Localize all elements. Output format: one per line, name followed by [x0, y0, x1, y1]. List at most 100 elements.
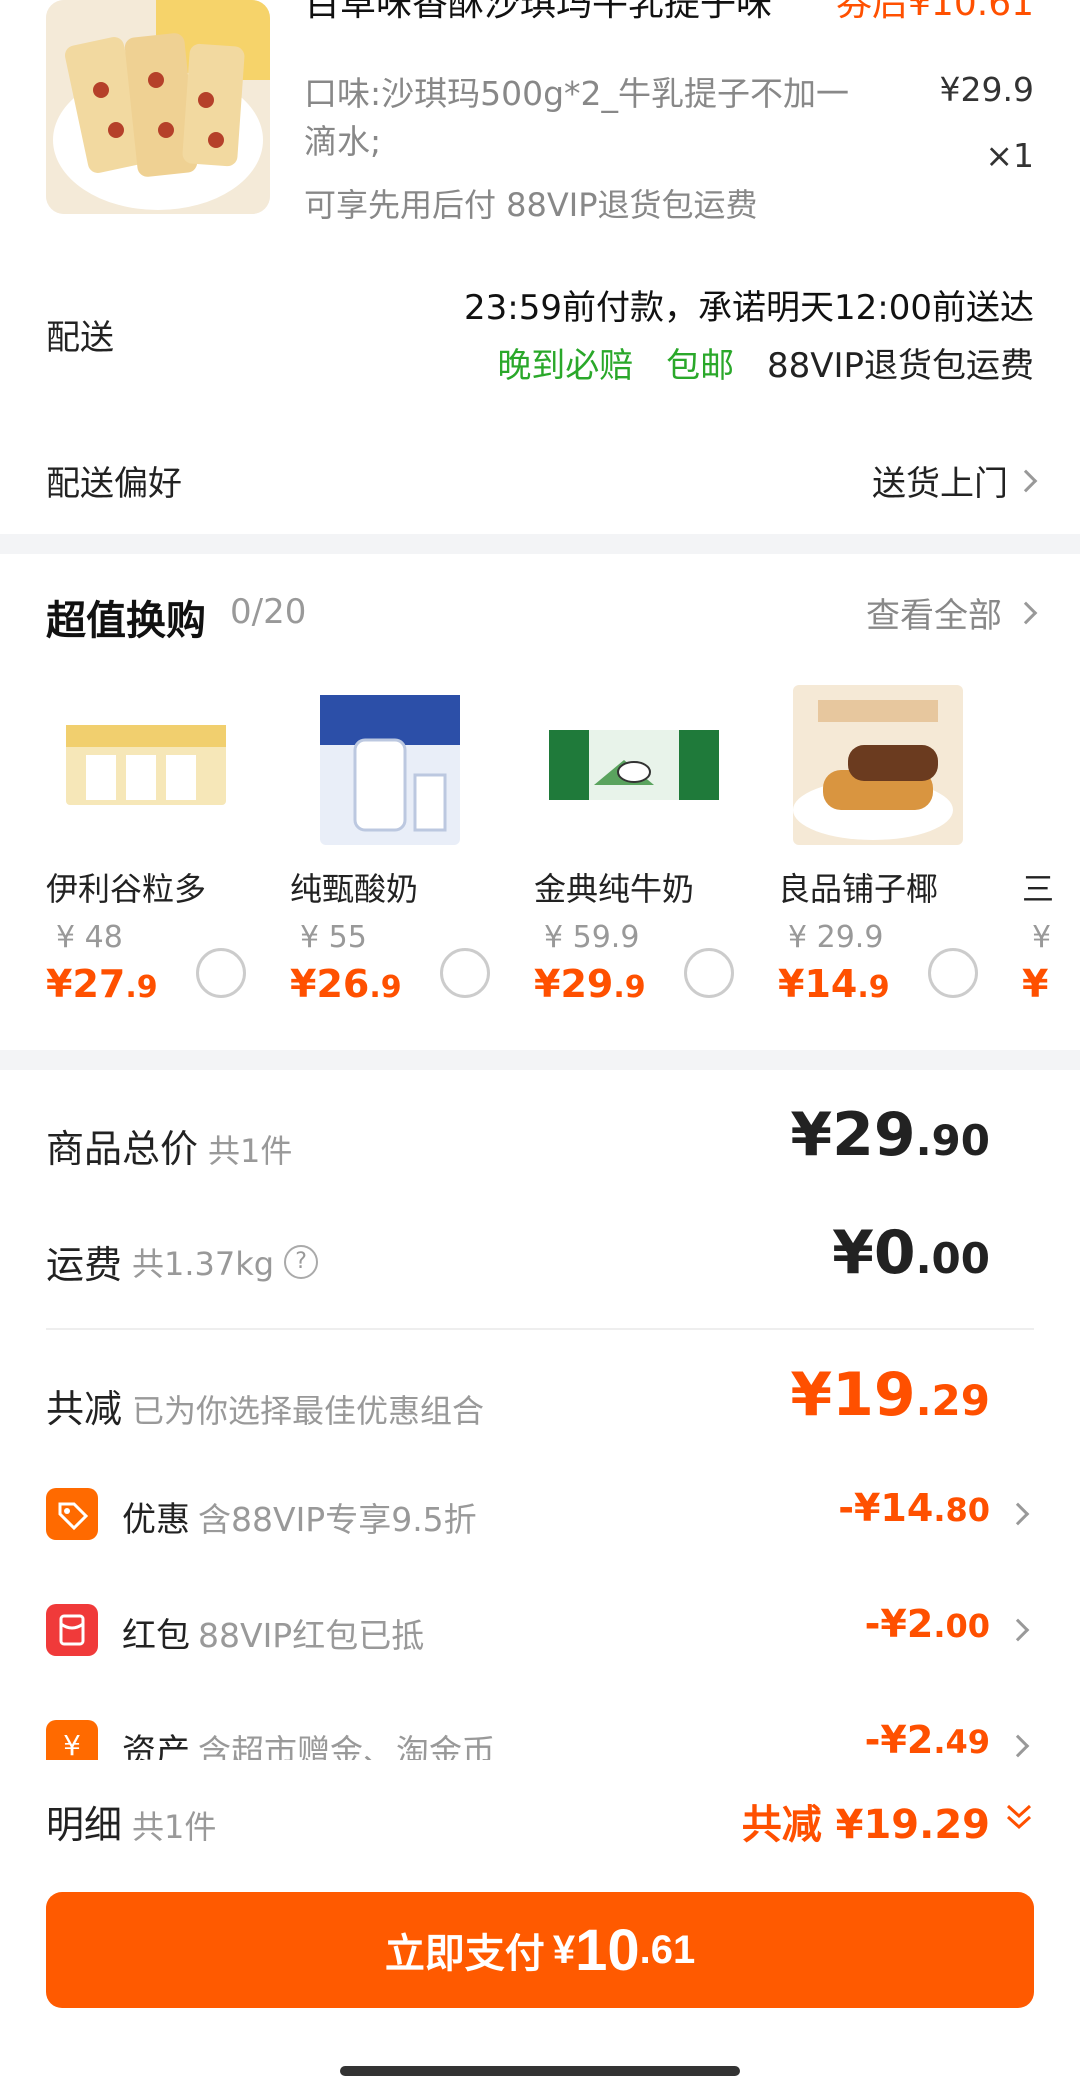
chevron-right-icon — [1006, 1618, 1030, 1642]
view-all-label: 查看全部 — [866, 596, 1002, 636]
exchange-item[interactable]: 三 ¥ ¥ — [1022, 680, 1080, 1020]
discount-note: 88VIP红包已抵 — [198, 1616, 425, 1655]
exchange-item-original-price: ¥ 55 — [300, 920, 367, 955]
price-decimal: .9 — [857, 970, 890, 1005]
detail-count: 共1件 — [132, 1808, 217, 1846]
home-indicator[interactable] — [340, 2066, 740, 2076]
product-price: ¥29.9 — [939, 70, 1034, 109]
discount-amount: -¥2.49 — [865, 1720, 990, 1760]
product-spec: 口味:沙琪玛500g*2_牛乳提子不加一滴水; — [304, 74, 850, 161]
exchange-item-image — [549, 730, 719, 800]
divider — [46, 1328, 1034, 1330]
shipping-fee-value: ¥0.00 — [832, 1218, 990, 1288]
chevron-right-icon — [1014, 469, 1038, 492]
exchange-item-select-radio[interactable] — [196, 948, 246, 998]
free-shipping-tag: 包邮 — [666, 346, 735, 386]
exchange-item-name: 三 — [1022, 870, 1055, 908]
view-all-button[interactable]: 查看全部 — [866, 588, 1038, 637]
help-icon[interactable]: ? — [284, 1244, 319, 1279]
total-reduction-note: 已为你选择最佳优惠组合 — [132, 1392, 485, 1430]
amount-integer: -¥2 — [864, 1602, 934, 1646]
detail-title: 明细 — [46, 1803, 123, 1847]
amount-decimal: .49 — [933, 1723, 990, 1760]
exchange-product-list[interactable]: 伊利谷粒多 ¥ 48 ¥27.9 纯甄酸奶 ¥ 55 ¥26.9 金典纯牛奶 ¥… — [0, 680, 1080, 1020]
exchange-item[interactable]: 伊利谷粒多 ¥ 48 ¥27.9 — [46, 680, 286, 1020]
goods-count: 共1件 — [208, 1132, 293, 1170]
red-packet-icon — [46, 1604, 98, 1656]
discount-note: 含超市赠金、淘金币 — [198, 1732, 495, 1760]
chevron-right-icon — [1014, 601, 1038, 624]
checkout-bar: 明细 共1件 共减 ¥19.29 立即支付 ¥10.61 — [0, 1762, 1080, 2092]
amount-decimal: .00 — [933, 1607, 990, 1645]
discount-text: 资产 含超市赠金、淘金币 — [122, 1724, 495, 1760]
amount-decimal: .90 — [915, 1116, 990, 1165]
price-integer: ¥29 — [534, 962, 614, 1006]
amount-decimal: .29 — [915, 1376, 990, 1425]
exchange-item[interactable]: 纯甄酸奶 ¥ 55 ¥26.9 — [290, 680, 530, 1020]
double-chevron-down-icon[interactable] — [1004, 1802, 1034, 1832]
exchange-item-original-price: ¥ 59.9 — [544, 920, 640, 955]
pay-amount-integer: 10 — [575, 1917, 640, 1983]
exchange-item-name: 金典纯牛奶 — [534, 870, 695, 908]
exchange-item-select-radio[interactable] — [440, 948, 490, 998]
product-title[interactable]: 百草味香酥沙琪玛牛乳提子味 — [304, 0, 772, 26]
discount-row-red-packet[interactable]: 红包 88VIP红包已抵 -¥2.00 — [46, 1602, 1034, 1660]
pay-amount-decimal: .61 — [639, 1927, 696, 1972]
delivery-label: 配送 — [46, 318, 114, 358]
late-compensation-tag: 晚到必赔 — [497, 346, 634, 386]
discount-text: 红包 88VIP红包已抵 — [122, 1608, 424, 1657]
exchange-item-price: ¥26.9 — [290, 962, 402, 1006]
detail-label: 明细 共1件 — [46, 1794, 216, 1849]
product-image — [46, 0, 270, 214]
product-thumbnail[interactable] — [46, 0, 270, 214]
delivery-preference-label: 配送偏好 — [46, 464, 182, 504]
exchange-item-image — [793, 685, 963, 845]
amount-integer: -¥14 — [838, 1486, 934, 1530]
discount-label: 红包 — [122, 1616, 190, 1656]
exchange-count: 0/20 — [230, 592, 307, 632]
delivery-preference-selector[interactable]: 送货上门 — [872, 456, 1038, 505]
exchange-item-name: 良品铺子椰 — [778, 870, 939, 908]
exchange-item-name: 纯甄酸奶 — [290, 870, 419, 908]
discount-label: 优惠 — [122, 1500, 190, 1540]
shipping-fee-title: 运费 — [46, 1243, 123, 1287]
discount-row-coupon[interactable]: 优惠 含88VIP专享9.5折 -¥14.80 — [46, 1486, 1034, 1544]
detail-reduction-total[interactable]: 共减 ¥19.29 — [742, 1792, 990, 1850]
goods-total-title: 商品总价 — [46, 1127, 199, 1171]
product-quantity: ×1 — [985, 136, 1034, 175]
delivery-preference-value: 送货上门 — [872, 464, 1008, 504]
shipping-fee-label: 运费 共1.37kg ? — [46, 1234, 319, 1289]
discount-amount: -¥2.00 — [865, 1602, 990, 1646]
yuan-coin-icon: ¥ — [46, 1720, 98, 1760]
amount-integer: ¥19 — [790, 1360, 916, 1430]
price-decimal: .9 — [369, 970, 402, 1005]
exchange-item-original-price: ¥ 48 — [56, 920, 123, 955]
price-integer: ¥14 — [778, 962, 858, 1006]
exchange-item[interactable]: 良品铺子椰 ¥ 29.9 ¥14.9 — [778, 680, 1018, 1020]
pay-now-button[interactable]: 立即支付 ¥10.61 — [46, 1892, 1034, 2008]
exchange-item-price: ¥ — [1022, 962, 1048, 1006]
discount-row-assets[interactable]: ¥ 资产 含超市赠金、淘金币 -¥2.49 — [46, 1720, 1034, 1760]
product-coupon-price: 券后¥10.61 — [836, 0, 1034, 24]
exchange-item-original-price: ¥ — [1032, 920, 1052, 955]
price-decimal: .9 — [613, 970, 646, 1005]
discount-label: 资产 — [122, 1732, 190, 1760]
exchange-item-price: ¥27.9 — [46, 962, 158, 1006]
discount-note: 含88VIP专享9.5折 — [198, 1500, 477, 1539]
exchange-section-title: 超值换购 — [46, 598, 206, 644]
price-integer: ¥27 — [46, 962, 126, 1006]
exchange-item[interactable]: 金典纯牛奶 ¥ 59.9 ¥29.9 — [534, 680, 774, 1020]
amount-integer: ¥29 — [790, 1100, 916, 1170]
amount-decimal: .00 — [915, 1234, 990, 1283]
order-product-card[interactable]: 百草味香酥沙琪玛牛乳提子味 券后¥10.61 口味:沙琪玛500g*2_牛乳提子… — [0, 0, 1080, 250]
shipping-weight: 共1.37kg — [132, 1244, 275, 1283]
tag-icon — [46, 1488, 98, 1540]
chevron-right-icon — [1006, 1502, 1030, 1526]
total-reduction-value: ¥19.29 — [790, 1360, 990, 1430]
exchange-item-select-radio[interactable] — [928, 948, 978, 998]
section-divider — [0, 1050, 1080, 1070]
exchange-item-original-price: ¥ 29.9 — [788, 920, 884, 955]
pay-currency: ¥ — [552, 1927, 576, 1972]
exchange-item-select-radio[interactable] — [684, 948, 734, 998]
section-divider — [0, 534, 1080, 554]
